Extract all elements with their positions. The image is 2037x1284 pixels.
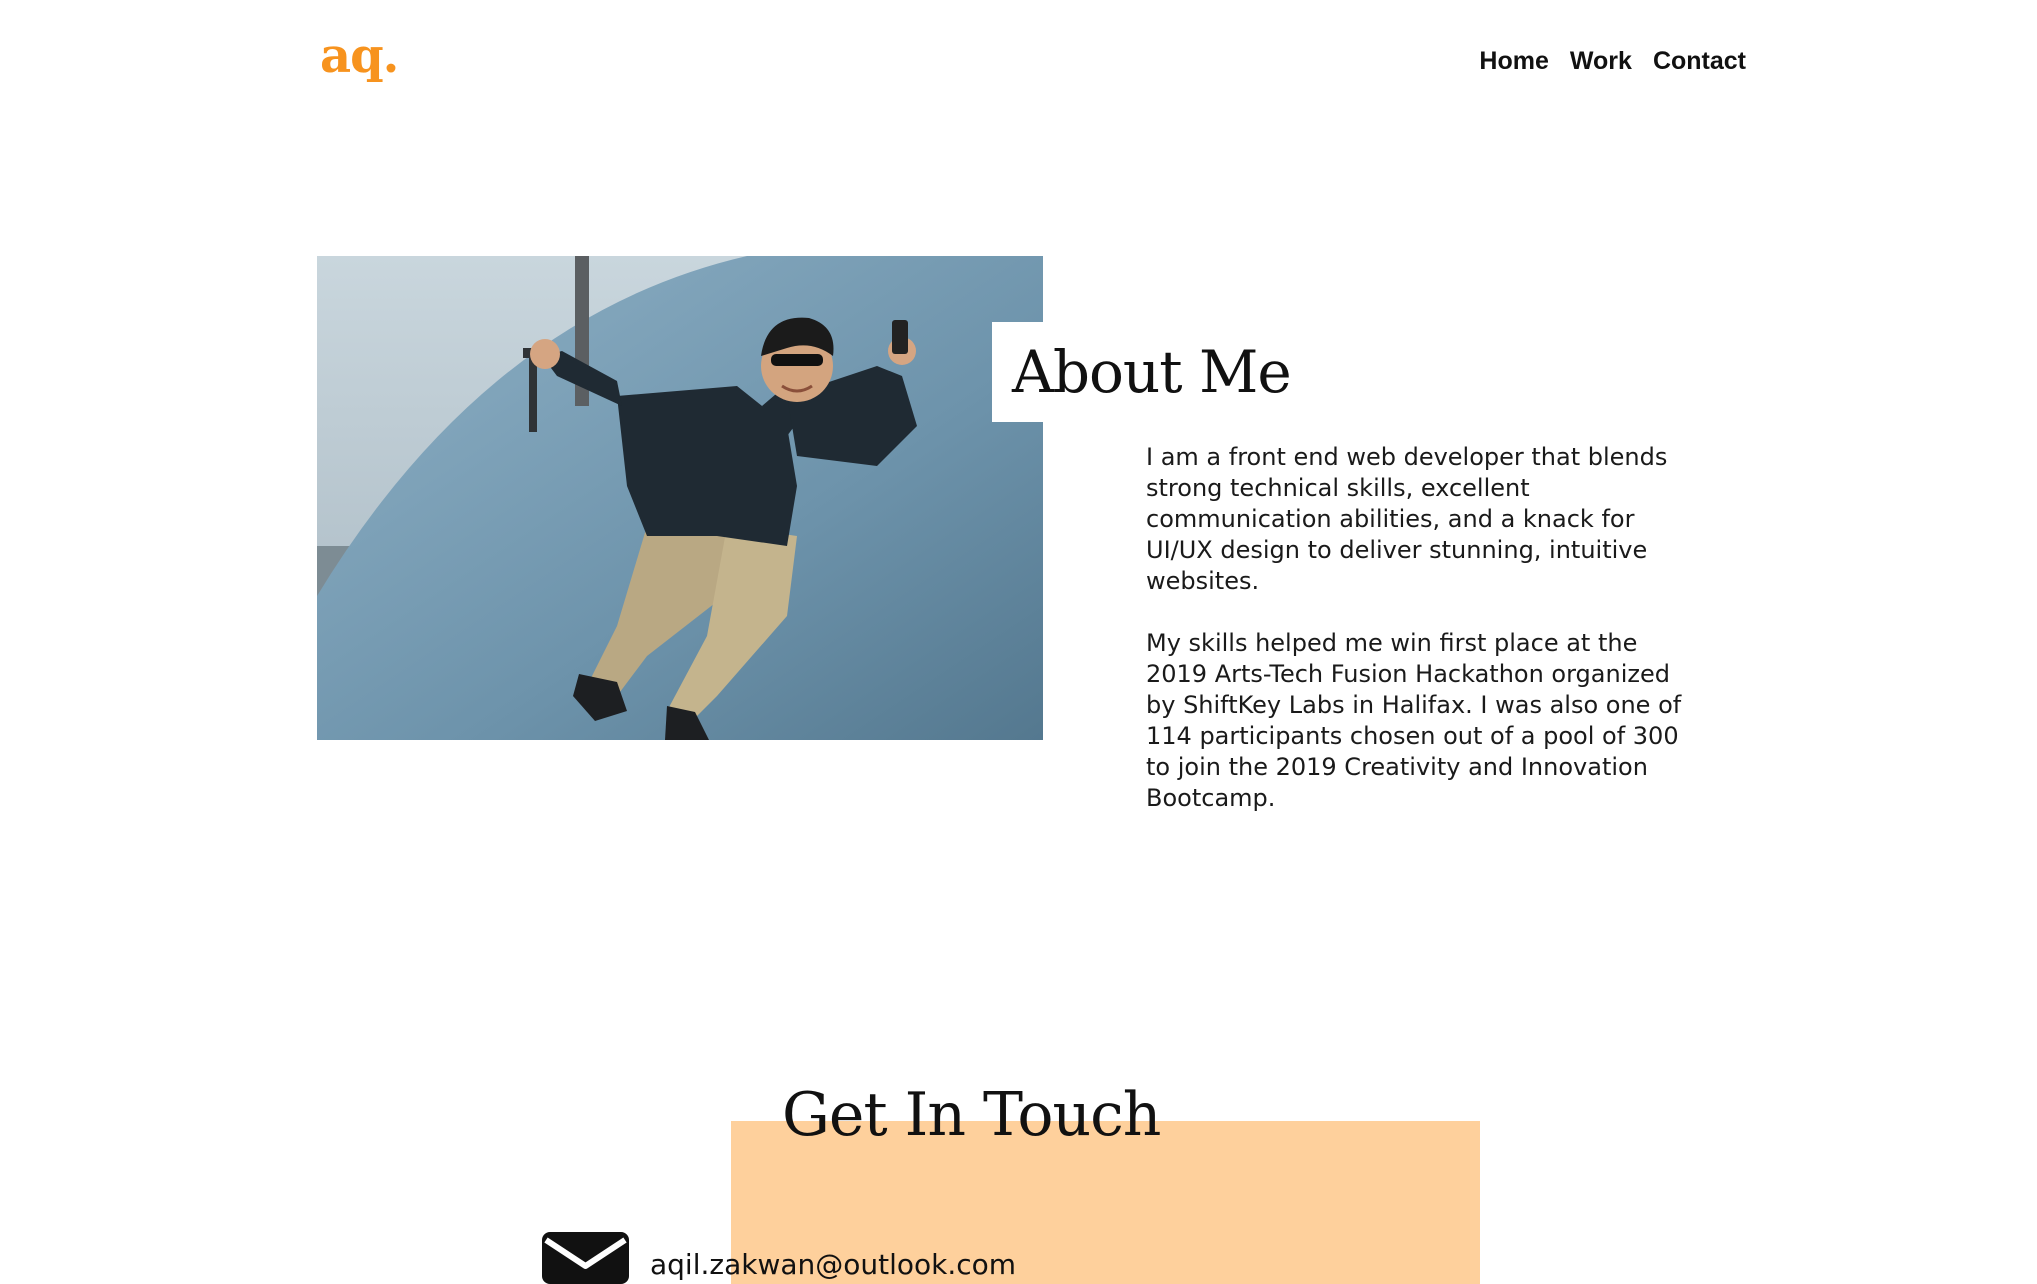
about-description: I am a front end web developer that blen… <box>1146 442 1686 845</box>
about-title-box: About Me <box>992 322 1313 422</box>
contact-title: Get In Touch <box>782 1080 1161 1150</box>
page: aq. Home Work Contact About Me I am a fr… <box>0 0 2037 1284</box>
about-paragraph: My skills helped me win first place at t… <box>1146 629 1682 812</box>
nav-home-link[interactable]: Home <box>1479 47 1548 76</box>
envelope-icon <box>542 1232 629 1284</box>
nav-work-link[interactable]: Work <box>1570 47 1632 76</box>
about-title: About Me <box>1012 338 1292 406</box>
main-nav: Home Work Contact <box>1479 47 1746 76</box>
about-paragraph: I am a front end web developer that blen… <box>1146 443 1668 595</box>
profile-photo <box>317 256 1043 740</box>
site-logo[interactable]: aq. <box>320 28 399 84</box>
email-link[interactable]: aqil.zakwan@outlook.com <box>650 1248 1016 1281</box>
nav-contact-link[interactable]: Contact <box>1653 47 1746 76</box>
